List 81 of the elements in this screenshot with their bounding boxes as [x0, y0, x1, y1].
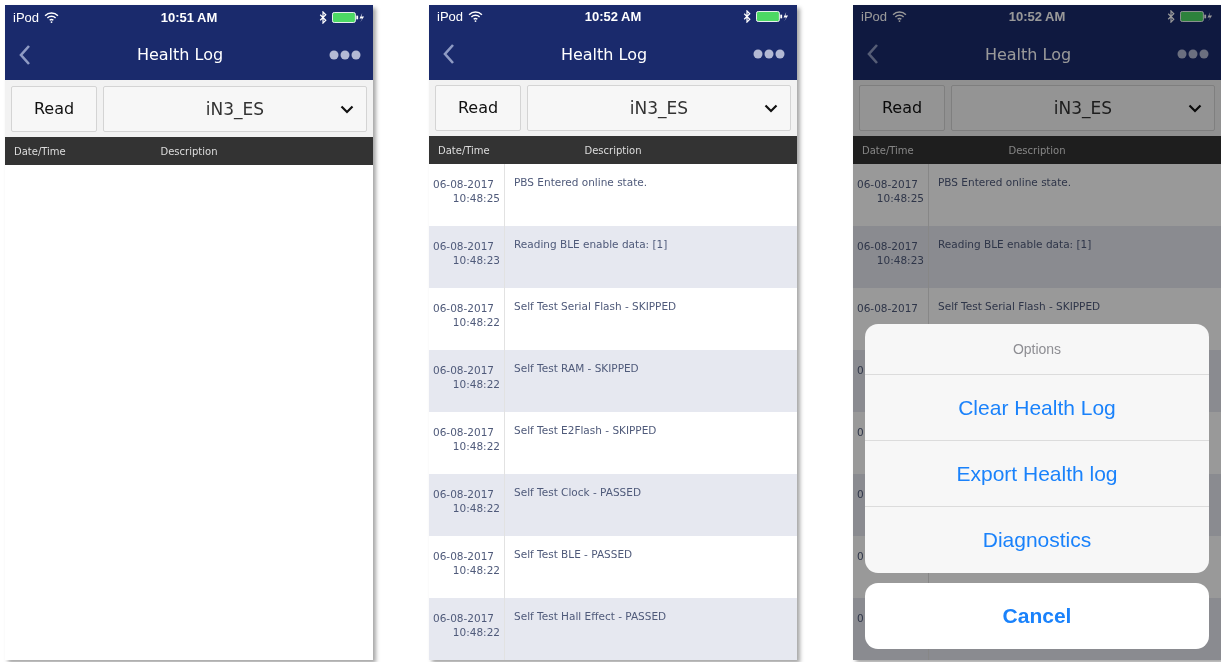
- carrier-label: iPod: [861, 9, 888, 25]
- sheet-action[interactable]: Clear Health Log: [865, 375, 1209, 441]
- log-description: Self Test Hall Effect - PASSED: [514, 610, 667, 622]
- log-time: 10:48:25: [452, 191, 500, 205]
- log-description: PBS Entered online state.: [514, 176, 648, 188]
- log-description: Self Test BLE - PASSED: [514, 548, 633, 560]
- battery-charging-icon: [332, 11, 365, 23]
- device-dropdown[interactable]: iN3_ES: [527, 84, 791, 131]
- log-date: 06-08-2017: [856, 177, 919, 191]
- log-time: 10:48:22: [452, 315, 500, 329]
- log-time: 10:48:22: [452, 625, 500, 639]
- back-chevron-icon[interactable]: [443, 43, 455, 66]
- carrier-label: iPod: [13, 9, 40, 25]
- device-dropdown[interactable]: iN3_ES: [103, 85, 367, 132]
- column-header: Description: [1007, 144, 1067, 156]
- bluetooth-icon: [1167, 10, 1175, 24]
- battery-charging-icon: [1180, 11, 1213, 23]
- log-date: 0: [856, 363, 864, 377]
- back-chevron-icon[interactable]: [19, 43, 31, 66]
- battery-charging-icon: [756, 11, 789, 23]
- log-description: Reading BLE enable data: [1]: [938, 238, 1092, 250]
- log-time: 10:48:22: [452, 377, 500, 391]
- log-date: 06-08-2017: [432, 425, 495, 439]
- sheet-title: Options: [865, 324, 1209, 375]
- column-header: Description: [159, 145, 219, 157]
- caret-icon: [764, 103, 778, 113]
- bluetooth-icon: [743, 10, 751, 24]
- read-button[interactable]: Read: [435, 84, 521, 131]
- log-description: Self Test Serial Flash - SKIPPED: [938, 300, 1101, 312]
- log-description: Self Test Clock - PASSED: [514, 486, 641, 498]
- log-time: 10:48:22: [452, 501, 500, 515]
- wifi-icon: [44, 11, 60, 23]
- back-chevron-icon[interactable]: [867, 43, 879, 66]
- column-header: Date/Time: [861, 144, 915, 156]
- more-icon[interactable]: [329, 49, 361, 60]
- status-time: 10:52 AM: [1008, 9, 1066, 25]
- log-date: 06-08-2017: [432, 301, 495, 315]
- column-header: Date/Time: [437, 144, 491, 156]
- log-time: 10:48:22: [452, 439, 500, 453]
- log-date: 0: [856, 611, 864, 625]
- log-date: 06-08-2017: [432, 611, 495, 625]
- wifi-icon: [468, 11, 484, 23]
- read-button[interactable]: Read: [859, 84, 945, 131]
- log-description: Self Test Serial Flash - SKIPPED: [514, 300, 677, 312]
- log-description: Self Test E2Flash - SKIPPED: [514, 424, 657, 436]
- carrier-label: iPod: [437, 9, 464, 25]
- status-time: 10:51 AM: [160, 9, 218, 25]
- log-time: 10:48:22: [452, 563, 500, 577]
- device-dropdown[interactable]: iN3_ES: [951, 84, 1215, 131]
- cancel-button[interactable]: Cancel: [865, 583, 1209, 649]
- log-time: 10:48:23: [876, 253, 924, 267]
- sheet-action[interactable]: Export Health log: [865, 441, 1209, 507]
- log-date: 0: [856, 549, 864, 563]
- screen-title: Health Log: [136, 45, 224, 64]
- log-time: 10:48:25: [876, 191, 924, 205]
- log-description: Self Test RAM - SKIPPED: [514, 362, 639, 374]
- log-date: 06-08-2017: [856, 239, 919, 253]
- log-time: 10:48:23: [452, 253, 500, 267]
- log-date: 06-08-2017: [856, 301, 919, 315]
- log-date: 0: [856, 425, 864, 439]
- screen-title: Health Log: [560, 44, 648, 64]
- more-icon[interactable]: [753, 49, 785, 60]
- read-button[interactable]: Read: [11, 85, 97, 132]
- status-time: 10:52 AM: [584, 9, 642, 25]
- wifi-icon: [892, 11, 908, 23]
- log-date: 0: [856, 487, 864, 501]
- log-date: 06-08-2017: [432, 177, 495, 191]
- log-date: 06-08-2017: [432, 487, 495, 501]
- column-header: Date/Time: [13, 145, 67, 157]
- bluetooth-icon: [319, 10, 327, 24]
- column-header: Description: [583, 144, 643, 156]
- more-icon[interactable]: [1177, 49, 1209, 60]
- log-date: 06-08-2017: [432, 239, 495, 253]
- caret-icon: [1188, 103, 1202, 113]
- screen-title: Health Log: [984, 44, 1072, 64]
- log-date: 06-08-2017: [432, 549, 495, 563]
- log-description: PBS Entered online state.: [938, 176, 1072, 188]
- log-date: 06-08-2017: [432, 363, 495, 377]
- sheet-action[interactable]: Diagnostics: [865, 507, 1209, 573]
- log-description: Reading BLE enable data: [1]: [514, 238, 668, 250]
- caret-icon: [340, 104, 354, 114]
